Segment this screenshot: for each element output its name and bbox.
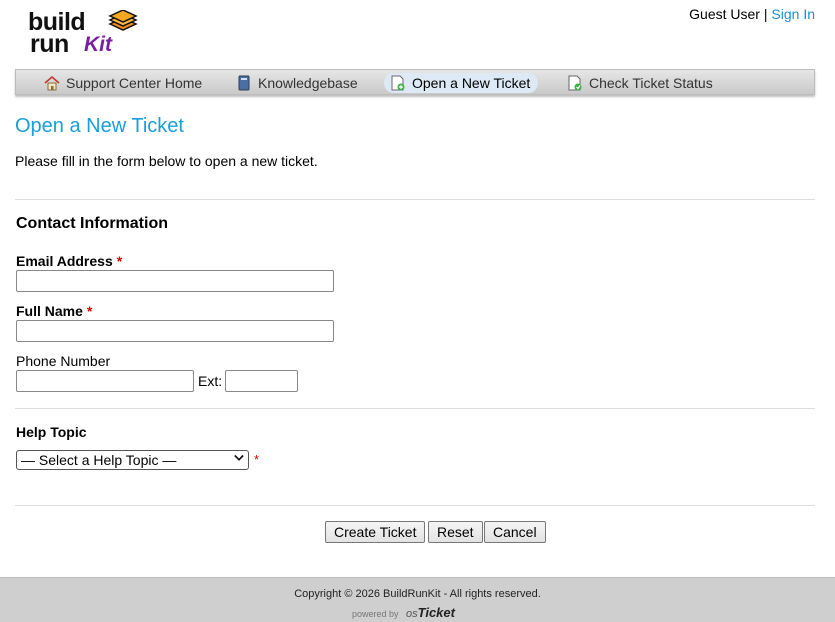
logo-text-kit: Kit — [84, 33, 112, 56]
footer: Copyright © 2026 BuildRunKit - All right… — [0, 577, 835, 622]
nav-check-ticket-status[interactable]: Check Ticket Status — [561, 73, 721, 93]
copyright-text: Copyright © 2026 BuildRunKit - All right… — [294, 588, 541, 600]
nav-label: Support Center Home — [66, 75, 203, 91]
stacked-books-icon — [108, 10, 138, 31]
email-field[interactable] — [16, 270, 334, 292]
ticket-status-icon — [567, 75, 583, 91]
required-marker: * — [254, 452, 260, 467]
home-icon — [44, 75, 60, 91]
new-ticket-icon — [390, 75, 406, 91]
osticket-logo[interactable]: osTicket — [406, 605, 455, 620]
osticket-os-text: os — [406, 608, 418, 620]
email-label: Email Address * — [16, 253, 122, 269]
intro-text: Please fill in the form below to open a … — [15, 153, 318, 169]
help-topic-label: Help Topic — [16, 424, 87, 440]
divider — [15, 408, 815, 409]
create-ticket-button[interactable]: Create Ticket — [325, 521, 426, 543]
contact-info-heading: Contact Information — [16, 215, 168, 232]
fullname-label-text: Full Name — [16, 303, 83, 319]
logo-text-run: run — [30, 30, 69, 58]
guest-user-label: Guest User — [689, 6, 760, 22]
cancel-button[interactable]: Cancel — [484, 521, 546, 543]
required-marker: * — [86, 303, 93, 319]
ext-field[interactable] — [225, 370, 298, 392]
powered-by-text: powered by — [352, 609, 399, 619]
ext-label: Ext: — [198, 373, 223, 389]
nav-label: Knowledgebase — [258, 75, 358, 91]
nav-knowledgebase[interactable]: Knowledgebase — [230, 73, 366, 93]
nav-open-new-ticket[interactable]: Open a New Ticket — [384, 73, 539, 93]
nav-label: Check Ticket Status — [589, 75, 713, 91]
user-bar: Guest User | Sign In — [689, 6, 815, 22]
separator: | — [763, 6, 768, 22]
phone-field[interactable] — [16, 370, 194, 392]
nav-label: Open a New Ticket — [412, 75, 531, 91]
help-topic-select[interactable]: — Select a Help Topic — — [16, 450, 249, 470]
phone-label: Phone Number — [16, 353, 111, 369]
divider — [15, 199, 815, 200]
page-title: Open a New Ticket — [15, 115, 184, 137]
osticket-ticket-text: Ticket — [417, 605, 455, 620]
sign-in-link[interactable]: Sign In — [771, 6, 815, 22]
divider — [15, 505, 815, 506]
fullname-label: Full Name * — [16, 303, 92, 319]
brand-logo[interactable]: build run Kit — [26, 8, 142, 58]
book-icon — [236, 75, 252, 91]
nav-support-center-home[interactable]: Support Center Home — [38, 73, 210, 93]
help-topic-selected: — Select a Help Topic — — [21, 452, 177, 468]
chevron-down-icon — [234, 454, 244, 461]
reset-button[interactable]: Reset — [428, 521, 483, 543]
required-marker: * — [116, 253, 123, 269]
fullname-field[interactable] — [16, 320, 334, 342]
main-nav: Support Center Home Knowledgebase Open a… — [15, 69, 815, 95]
email-label-text: Email Address — [16, 253, 113, 269]
